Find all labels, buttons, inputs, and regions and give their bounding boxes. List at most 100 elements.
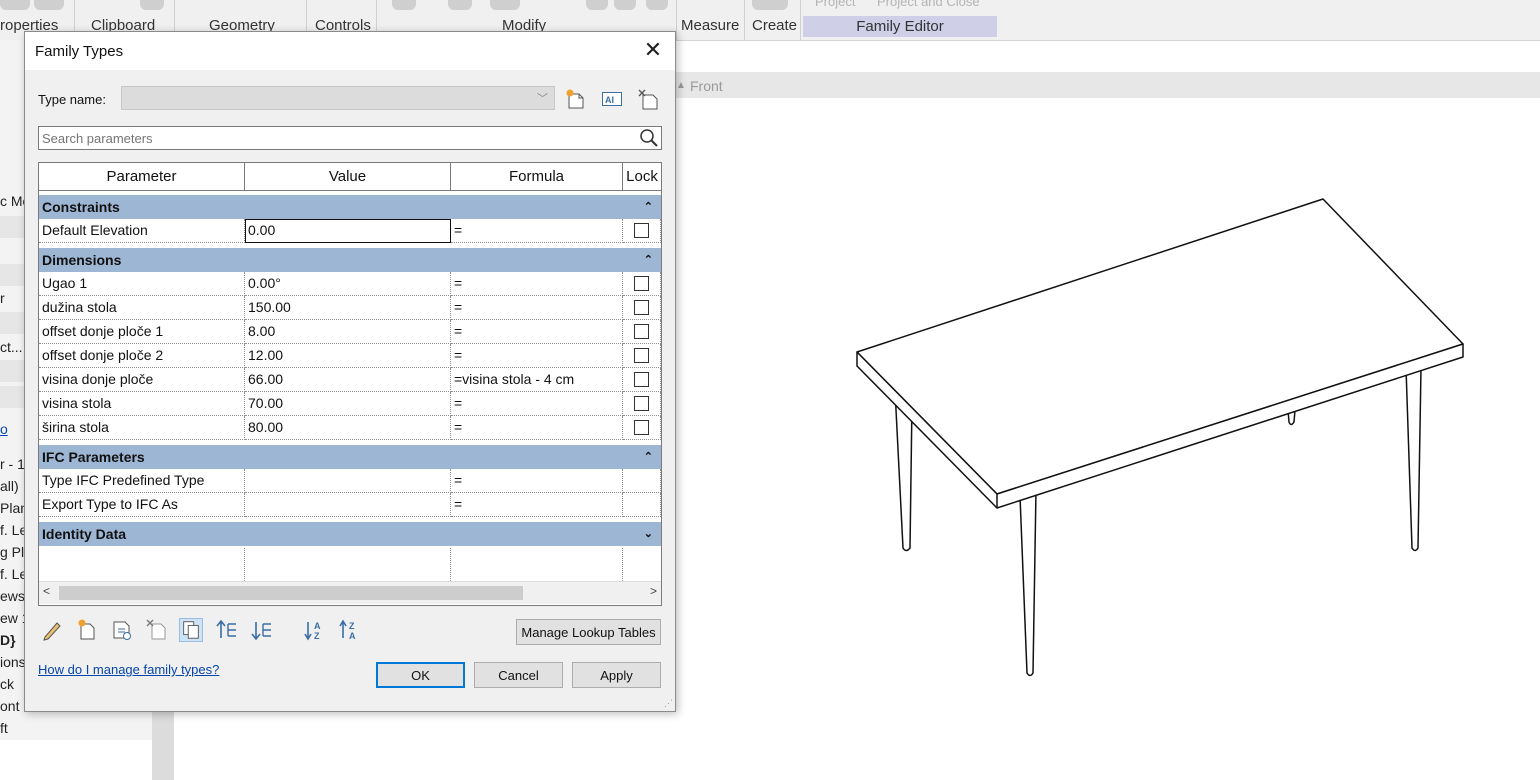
shared-parameter-icon[interactable] — [110, 618, 134, 642]
help-link[interactable]: How do I manage family types? — [38, 662, 219, 677]
ribbon-group-family-editor[interactable]: Family Editor — [803, 16, 997, 37]
delete-parameter-icon[interactable] — [145, 618, 169, 642]
value-field[interactable]: 8.00 — [245, 320, 451, 344]
group-identity-data[interactable]: Identity Data ⌄ — [39, 522, 661, 546]
column-header-value[interactable]: Value — [245, 163, 451, 191]
panel-text[interactable]: all) — [0, 478, 19, 494]
pencil-icon[interactable] — [40, 618, 64, 642]
horizontal-scrollbar[interactable]: < > — [39, 581, 661, 604]
lock-checkbox[interactable] — [634, 396, 649, 411]
lock-checkbox[interactable] — [634, 420, 649, 435]
panel-text[interactable]: r - 1 — [0, 456, 25, 472]
formula-field[interactable]: = — [451, 272, 623, 296]
formula-field[interactable]: = — [451, 219, 623, 243]
lock-checkbox[interactable] — [634, 324, 649, 339]
ribbon-group-create[interactable]: Create — [752, 17, 797, 34]
panel-text[interactable]: ont — [0, 698, 19, 714]
value-field[interactable]: 150.00 — [245, 296, 451, 320]
view-tab-front[interactable]: Front — [690, 78, 723, 94]
view-tab-arrow-icon: ▲ — [676, 80, 686, 91]
type-name-dropdown[interactable]: ﹀ — [121, 86, 555, 110]
panel-link[interactable]: o — [0, 421, 8, 437]
formula-field[interactable]: = — [451, 344, 623, 368]
panel-text[interactable]: ions — [0, 654, 26, 670]
column-header-lock[interactable]: Lock — [623, 163, 661, 191]
resize-grip-icon[interactable]: ⋰ — [664, 698, 673, 709]
parameter-name: offset donje ploče 1 — [39, 320, 245, 344]
search-icon[interactable] — [639, 128, 659, 148]
formula-field[interactable]: = — [451, 469, 623, 493]
svg-text:A: A — [349, 631, 356, 641]
collapse-icon[interactable]: ⌃ — [644, 248, 653, 272]
value-field[interactable]: 66.00 — [245, 368, 451, 392]
move-up-icon[interactable] — [215, 618, 239, 642]
apply-button[interactable]: Apply — [572, 662, 661, 688]
parameter-name: Type IFC Predefined Type — [39, 469, 245, 493]
lock-cell — [623, 344, 661, 368]
move-down-icon[interactable] — [250, 618, 274, 642]
formula-field[interactable]: = — [451, 320, 623, 344]
ribbon-icon-stub — [586, 0, 608, 10]
dialog-title-bar[interactable]: Family Types ✕ — [25, 32, 675, 70]
close-icon[interactable]: ✕ — [631, 32, 675, 70]
dialog-title: Family Types — [35, 43, 124, 60]
panel-text[interactable]: D} — [0, 632, 16, 648]
svg-text:A: A — [314, 621, 321, 631]
copy-parameter-icon[interactable] — [179, 618, 203, 642]
formula-field[interactable]: = — [451, 416, 623, 440]
value-field[interactable] — [245, 469, 451, 493]
sort-ascending-icon[interactable]: A Z — [303, 618, 327, 642]
formula-field[interactable]: = — [451, 493, 623, 517]
lock-cell — [623, 416, 661, 440]
value-field[interactable]: 12.00 — [245, 344, 451, 368]
expand-icon[interactable]: ⌄ — [644, 522, 653, 546]
lock-checkbox[interactable] — [634, 348, 649, 363]
collapse-icon[interactable]: ⌃ — [644, 195, 653, 219]
scrollbar-thumb[interactable] — [59, 586, 523, 600]
new-parameter-icon[interactable] — [75, 618, 99, 642]
panel-text[interactable]: ft — [0, 720, 8, 736]
value-field[interactable]: 80.00 — [245, 416, 451, 440]
group-dimensions[interactable]: Dimensions ⌃ — [39, 248, 661, 272]
svg-text:Z: Z — [314, 631, 320, 641]
scroll-left-icon[interactable]: < — [43, 584, 50, 598]
collapse-icon[interactable]: ⌃ — [644, 445, 653, 469]
lock-cell — [623, 296, 661, 320]
lock-checkbox[interactable] — [634, 372, 649, 387]
group-label: Constraints — [42, 199, 120, 215]
formula-field[interactable]: = — [451, 392, 623, 416]
lock-checkbox[interactable] — [634, 300, 649, 315]
parameter-name: dužina stola — [39, 296, 245, 320]
column-header-parameter[interactable]: Parameter — [39, 163, 245, 191]
value-field[interactable]: 70.00 — [245, 392, 451, 416]
formula-field[interactable]: = — [451, 296, 623, 320]
column-header-formula[interactable]: Formula — [451, 163, 623, 191]
panel-text[interactable]: ews — [0, 588, 25, 604]
cancel-button[interactable]: Cancel — [474, 662, 563, 688]
formula-field[interactable]: =visina stola - 4 cm — [451, 368, 623, 392]
scroll-right-icon[interactable]: > — [650, 584, 657, 598]
sort-descending-icon[interactable]: Z A — [338, 618, 362, 642]
manage-lookup-tables-button[interactable]: Manage Lookup Tables — [516, 619, 661, 645]
drawing-canvas[interactable] — [674, 98, 1540, 740]
ribbon-load-into-project-and-close[interactable]: Project and Close — [877, 0, 980, 9]
delete-type-icon[interactable] — [637, 88, 659, 110]
ribbon-group-measure[interactable]: Measure — [681, 17, 739, 34]
value-field[interactable]: 0.00° — [245, 272, 451, 296]
lock-checkbox[interactable] — [634, 276, 649, 291]
panel-scrollbar[interactable] — [152, 700, 174, 780]
ok-button[interactable]: OK — [376, 662, 465, 688]
value-field[interactable] — [245, 493, 451, 517]
group-constraints[interactable]: Constraints ⌃ — [39, 195, 661, 219]
lock-checkbox[interactable] — [634, 223, 649, 238]
search-input[interactable] — [42, 129, 632, 147]
parameter-name: Ugao 1 — [39, 272, 245, 296]
value-field[interactable]: 0.00 — [245, 219, 451, 243]
panel-text[interactable]: ck — [0, 676, 14, 692]
new-type-icon[interactable] — [565, 88, 587, 110]
rename-type-icon[interactable]: AI — [601, 88, 623, 110]
ribbon-icon-stub — [392, 0, 416, 10]
lock-cell — [623, 320, 661, 344]
group-ifc-parameters[interactable]: IFC Parameters ⌃ — [39, 445, 661, 469]
ribbon-load-into-project[interactable]: Project — [815, 0, 855, 9]
